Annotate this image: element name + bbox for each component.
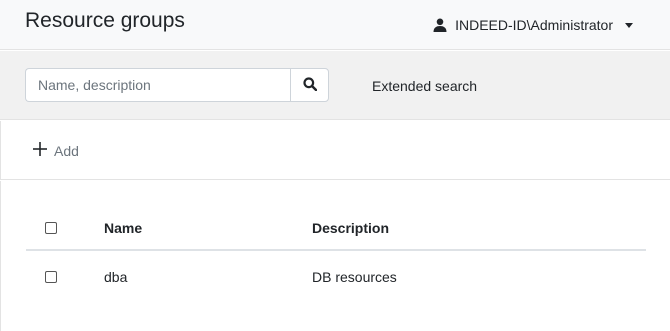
resource-groups-table: Name Description dba DB resources (26, 209, 646, 291)
page-title: Resource groups (25, 9, 185, 32)
row-description: DB resources (312, 269, 397, 285)
table-header-row: Name Description (26, 209, 646, 251)
select-all-cell (45, 208, 57, 248)
row-checkbox[interactable] (45, 271, 57, 283)
search-bar: Extended search (0, 51, 670, 120)
search-group (25, 68, 329, 102)
search-button[interactable] (290, 68, 329, 102)
user-name: INDEED-ID\Administrator (455, 17, 613, 33)
column-header-description[interactable]: Description (312, 208, 389, 248)
column-header-name[interactable]: Name (104, 208, 142, 248)
add-label: Add (54, 142, 79, 159)
add-button[interactable]: Add (32, 141, 79, 160)
user-icon (433, 18, 447, 32)
extended-search-link[interactable]: Extended search (372, 78, 477, 94)
select-all-checkbox[interactable] (45, 222, 57, 234)
content-area: Name Description dba DB resources (0, 181, 670, 331)
plus-icon (32, 141, 48, 160)
row-check-cell (45, 257, 57, 297)
search-input[interactable] (25, 68, 290, 102)
search-icon (302, 76, 317, 94)
user-menu[interactable]: INDEED-ID\Administrator (433, 17, 633, 33)
chevron-down-icon (625, 22, 633, 28)
row-name[interactable]: dba (104, 257, 127, 297)
toolbar: Add (0, 121, 670, 180)
top-header: Resource groups INDEED-ID\Administrator (0, 0, 670, 50)
table-row[interactable]: dba DB resources (26, 251, 646, 291)
